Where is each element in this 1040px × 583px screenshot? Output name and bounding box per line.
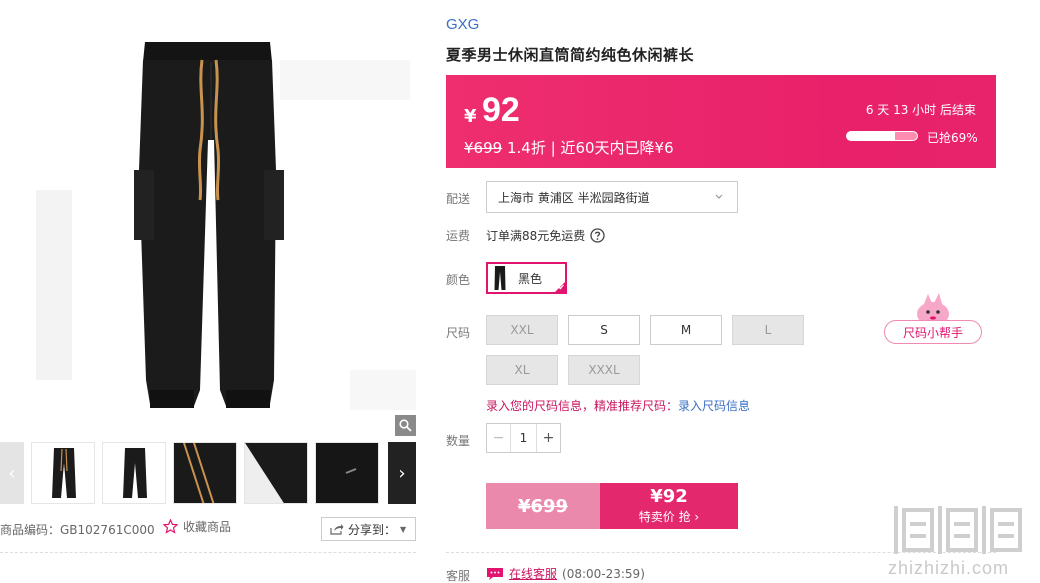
checkmark-icon: ✔: [558, 283, 565, 292]
zoom-icon[interactable]: [395, 415, 416, 436]
thumbnails-next-button[interactable]: ›: [388, 442, 416, 504]
thumbnails-prev-button[interactable]: ‹: [0, 442, 24, 504]
plus-icon[interactable]: +: [536, 424, 560, 452]
buy-action: 特卖价 抢 ›: [600, 508, 738, 525]
size-tip-text: 录入您的尺码信息，精准推荐尺码：: [486, 399, 679, 413]
size-option-l[interactable]: L: [732, 315, 804, 345]
color-swatch-thumbnail: [494, 266, 506, 290]
currency-symbol: ¥: [464, 106, 477, 127]
service-label: 客服: [446, 569, 471, 583]
quantity-label: 数量: [446, 434, 471, 448]
share-icon: [330, 524, 344, 535]
original-price-button[interactable]: ¥699: [486, 483, 600, 529]
quantity-input[interactable]: 1: [511, 424, 536, 452]
buy-action-label: 特卖价 抢: [638, 510, 691, 524]
price-subline: ¥699 1.4折 | 近60天内已降¥6: [464, 137, 674, 158]
service-hours: (08:00-23:59): [562, 566, 645, 581]
thumbnail-5[interactable]: [315, 442, 379, 504]
shipping-label: 运费: [446, 229, 471, 243]
chevron-right-icon: ›: [694, 510, 700, 524]
address-value: 上海市 黄浦区 半淞园路街道: [498, 190, 650, 205]
favorite-label: 收藏商品: [183, 520, 232, 534]
price-drop-note: 近60天内已降¥6: [560, 139, 674, 157]
address-select[interactable]: 上海市 黄浦区 半淞园路街道: [486, 181, 738, 213]
discount: 1.4折: [506, 139, 546, 157]
color-label: 颜色: [446, 273, 471, 287]
countdown: 6 天 13 小时 后结束: [865, 103, 976, 117]
watermark: zhizhizhi.com: [888, 502, 1036, 582]
shipping-text: 订单满88元免运费: [486, 229, 586, 243]
watermark-domain: zhizhizhi.com: [888, 558, 1010, 578]
size-option-xxxl[interactable]: XXXL: [568, 355, 640, 385]
thumbnail-1[interactable]: [31, 442, 95, 504]
size-tip-link[interactable]: 录入尺码信息: [678, 399, 750, 413]
size-option-xxl[interactable]: XXL: [486, 315, 558, 345]
price-banner: ¥ 92 ¥699 1.4折 | 近60天内已降¥6 6 天 13 小时 后结束…: [446, 75, 996, 168]
watermark-logo: [894, 506, 1022, 554]
size-option-s[interactable]: S: [568, 315, 640, 345]
color-option-label: 黑色: [518, 271, 543, 286]
sale-price: 92: [482, 91, 520, 129]
shipping-info: 订单满88元免运费: [486, 227, 605, 244]
quantity-stepper: − 1 +: [486, 423, 561, 453]
size-label: 尺码: [446, 326, 471, 340]
buy-now-button[interactable]: ¥92 特卖价 抢 ›: [600, 483, 738, 529]
sold-progress-bar: [846, 131, 918, 141]
online-service[interactable]: 在线客服 (08:00-23:59): [486, 565, 645, 582]
size-helper-label: 尺码小帮手: [884, 320, 982, 344]
sku-code: 商品编码：GB102761C000: [0, 523, 155, 537]
help-icon[interactable]: [590, 228, 605, 243]
sold-progress-fill: [847, 132, 896, 140]
chat-icon: [487, 567, 503, 580]
original-price: ¥699: [464, 139, 503, 157]
size-tip: 录入您的尺码信息，精准推荐尺码：录入尺码信息: [486, 397, 750, 414]
divider: [0, 552, 416, 553]
product-main-image: [30, 20, 416, 438]
color-option-black[interactable]: 黑色 ✔: [486, 262, 567, 294]
star-icon: [163, 519, 178, 534]
caret-down-icon: ▼: [400, 524, 407, 534]
delivery-label: 配送: [446, 192, 471, 206]
share-button[interactable]: 分享到： ▼: [321, 517, 416, 541]
thumbnail-3[interactable]: [173, 442, 237, 504]
share-label: 分享到：: [348, 522, 397, 537]
size-option-xl[interactable]: XL: [486, 355, 558, 385]
brand-link[interactable]: GXG: [446, 16, 479, 33]
product-title: 夏季男士休闲直筒简约纯色休闲裤长: [446, 46, 695, 64]
online-service-link[interactable]: 在线客服: [509, 565, 557, 582]
sold-progress-remaining: [895, 132, 917, 140]
sold-label: 已抢69%: [927, 131, 978, 145]
minus-icon[interactable]: −: [487, 424, 511, 452]
buy-price: ¥92: [650, 486, 688, 507]
size-option-m[interactable]: M: [650, 315, 722, 345]
size-helper-button[interactable]: 尺码小帮手: [884, 292, 982, 346]
thumbnail-2[interactable]: [102, 442, 166, 504]
thumbnail-4[interactable]: [244, 442, 308, 504]
favorite-button[interactable]: 收藏商品: [163, 518, 231, 535]
chevron-down-icon: [715, 194, 723, 199]
separator: |: [550, 139, 556, 157]
